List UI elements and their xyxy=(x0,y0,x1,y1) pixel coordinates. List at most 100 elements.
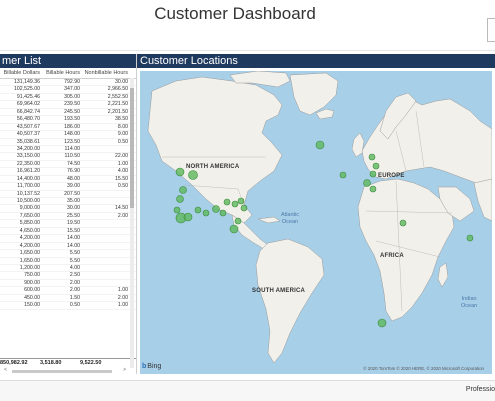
table-total-row: 850,982.92 3,518.80 9,522.50 xyxy=(0,358,136,368)
column-header-nonbillable-hours[interactable]: Nonbillable Hours xyxy=(80,68,128,78)
table-cell: 305.00 xyxy=(64,93,80,100)
vertical-scrollbar[interactable] xyxy=(130,78,134,368)
label-atlantic: Atlantic xyxy=(281,212,300,218)
column-header-billable-dollars[interactable]: Billable Dollars xyxy=(0,68,40,78)
title-bar: Customer Dashboard xyxy=(0,0,495,51)
scroll-right-icon[interactable]: > xyxy=(123,367,126,373)
customer-bubble xyxy=(231,200,239,208)
bing-icon: b xyxy=(142,363,147,370)
land-africa xyxy=(357,178,455,322)
table-row[interactable]: 56,480.70 193.50 38.50 xyxy=(0,116,136,124)
table-row[interactable]: 1,650.00 5.50 xyxy=(0,258,136,265)
customer-bubble xyxy=(202,209,210,217)
table-cell: 2.50 xyxy=(69,272,80,279)
table-cell: 2.00 xyxy=(117,212,128,219)
table-row[interactable]: 66,842.74 245.50 2,201.50 xyxy=(0,108,136,117)
table-row[interactable]: 11,700.00 39.00 0.50 xyxy=(0,183,136,191)
customer-bubble xyxy=(173,206,181,214)
customer-bubble xyxy=(183,212,193,222)
table-row[interactable]: 7,650.00 25.50 2.00 xyxy=(0,212,136,221)
label-africa: AFRICA xyxy=(380,253,404,259)
table-row[interactable]: 16,961.20 76.90 4.00 xyxy=(0,168,136,176)
table-row[interactable]: 10,137.52 207.50 xyxy=(0,191,136,198)
land-cuba xyxy=(257,216,281,224)
horizontal-scrollbar[interactable]: < > xyxy=(4,367,126,374)
customer-locations-panel: Customer Locations NORTH AMERICA SOUTH A… xyxy=(137,54,495,376)
table-cell: 15.50 xyxy=(115,175,128,182)
table-row[interactable]: 33,150.00 110.50 22.00 xyxy=(0,153,136,161)
table-cell: 4.00 xyxy=(117,168,128,175)
table-row[interactable]: 750.00 2.50 xyxy=(0,272,136,280)
table-cell xyxy=(80,258,128,264)
customer-bubble xyxy=(175,167,185,177)
table-cell: 4,200.00 xyxy=(19,235,40,242)
scrollbar-thumb-horizontal[interactable] xyxy=(12,370,112,373)
table-row[interactable]: 450.00 1.50 2.00 xyxy=(0,295,136,303)
table-row[interactable]: 4,200.00 14.00 xyxy=(0,235,136,243)
table-row[interactable]: 1,650.00 5.50 xyxy=(0,250,136,258)
table-cell: 2,201.50 xyxy=(107,108,128,115)
customer-list-header: mer List xyxy=(0,54,136,68)
scroll-left-icon[interactable]: < xyxy=(4,367,7,373)
table-row[interactable]: 34,200.00 114.00 xyxy=(0,146,136,154)
table-cell: 14.00 xyxy=(67,242,80,249)
table-cell: 123.50 xyxy=(64,138,80,145)
table-cell: 19.50 xyxy=(67,220,80,227)
window-control[interactable] xyxy=(487,18,495,42)
table-row[interactable]: 4,650.00 15.50 xyxy=(0,228,136,236)
table-cell: 76.90 xyxy=(67,168,80,175)
label-atlantic-ocean-word: Ocean xyxy=(281,219,299,225)
table-cell: 1.00 xyxy=(117,160,128,167)
table-row[interactable]: 1,200.00 4.00 xyxy=(0,264,136,273)
world-map-svg xyxy=(147,71,492,364)
table-cell: 110.50 xyxy=(64,153,80,160)
world-map[interactable]: NORTH AMERICA SOUTH AMERICA EUROPE AFRIC… xyxy=(140,71,492,374)
table-cell: 22.00 xyxy=(115,153,128,160)
bing-logo[interactable]: bBing xyxy=(142,363,161,370)
scrollbar-thumb[interactable] xyxy=(130,88,134,208)
table-row[interactable]: 102,525.00 347.00 2,966.50 xyxy=(0,86,136,94)
customer-bubble xyxy=(194,206,202,214)
table-row[interactable]: 4,200.00 14.00 xyxy=(0,242,136,251)
customer-bubble xyxy=(188,170,198,180)
table-cell: 0.50 xyxy=(69,302,80,309)
land-south-america xyxy=(255,238,325,364)
column-header-billable-hours[interactable]: Billable Hours xyxy=(40,68,80,78)
table-cell: 750.00 xyxy=(24,272,40,279)
table-cell: 5.50 xyxy=(69,257,80,264)
table-cell: 48.00 xyxy=(67,175,80,182)
customer-bubble xyxy=(237,197,245,205)
table-cell xyxy=(80,146,128,152)
table-row[interactable]: 600.00 2.00 1.00 xyxy=(0,287,136,295)
table-cell xyxy=(80,235,128,241)
table-row[interactable]: 35,038.61 123.50 0.50 xyxy=(0,139,136,146)
customer-bubble xyxy=(240,204,248,212)
table-row[interactable]: 43,507.67 186.00 8.00 xyxy=(0,124,136,132)
table-cell: 2,552.50 xyxy=(107,93,128,100)
map-copyright: © 2020 TomTom © 2020 HERE, © 2020 Micros… xyxy=(363,366,484,371)
table-cell: 7,650.00 xyxy=(19,212,40,219)
table-row[interactable]: 150.00 0.50 1.00 xyxy=(0,302,136,310)
table-row[interactable]: 5,850.00 19.50 xyxy=(0,220,136,228)
bottom-bar: Professio xyxy=(0,380,495,401)
customer-bubble xyxy=(363,179,371,187)
table-cell: 1,200.00 xyxy=(19,264,40,271)
table-cell: 66,842.74 xyxy=(16,108,40,115)
table-cell: 39.00 xyxy=(67,183,80,190)
table-row[interactable]: 91,425.46 305.00 2,552.50 xyxy=(0,93,136,102)
table-cell xyxy=(80,272,128,278)
table-row[interactable]: 22,350.00 74.50 1.00 xyxy=(0,160,136,169)
table-row[interactable]: 9,000.00 30.00 14.50 xyxy=(0,205,136,213)
customer-bubble xyxy=(315,140,325,150)
customer-bubble xyxy=(399,219,407,227)
table-row[interactable]: 10,500.00 35.00 xyxy=(0,198,136,206)
customer-bubble xyxy=(368,153,376,161)
table-row[interactable]: 131,149.36 792.90 30.00 xyxy=(0,79,136,87)
table-row[interactable]: 900.00 2.00 xyxy=(0,280,136,288)
table-row[interactable]: 14,400.00 48.00 15.50 xyxy=(0,175,136,184)
table-cell: 16,961.20 xyxy=(16,168,40,175)
label-north-america: NORTH AMERICA xyxy=(186,164,240,170)
customer-locations-header: Customer Locations xyxy=(137,54,495,68)
table-row[interactable]: 69,964.02 239.50 2,221.50 xyxy=(0,101,136,109)
table-row[interactable]: 40,507.37 148.00 9.00 xyxy=(0,131,136,139)
